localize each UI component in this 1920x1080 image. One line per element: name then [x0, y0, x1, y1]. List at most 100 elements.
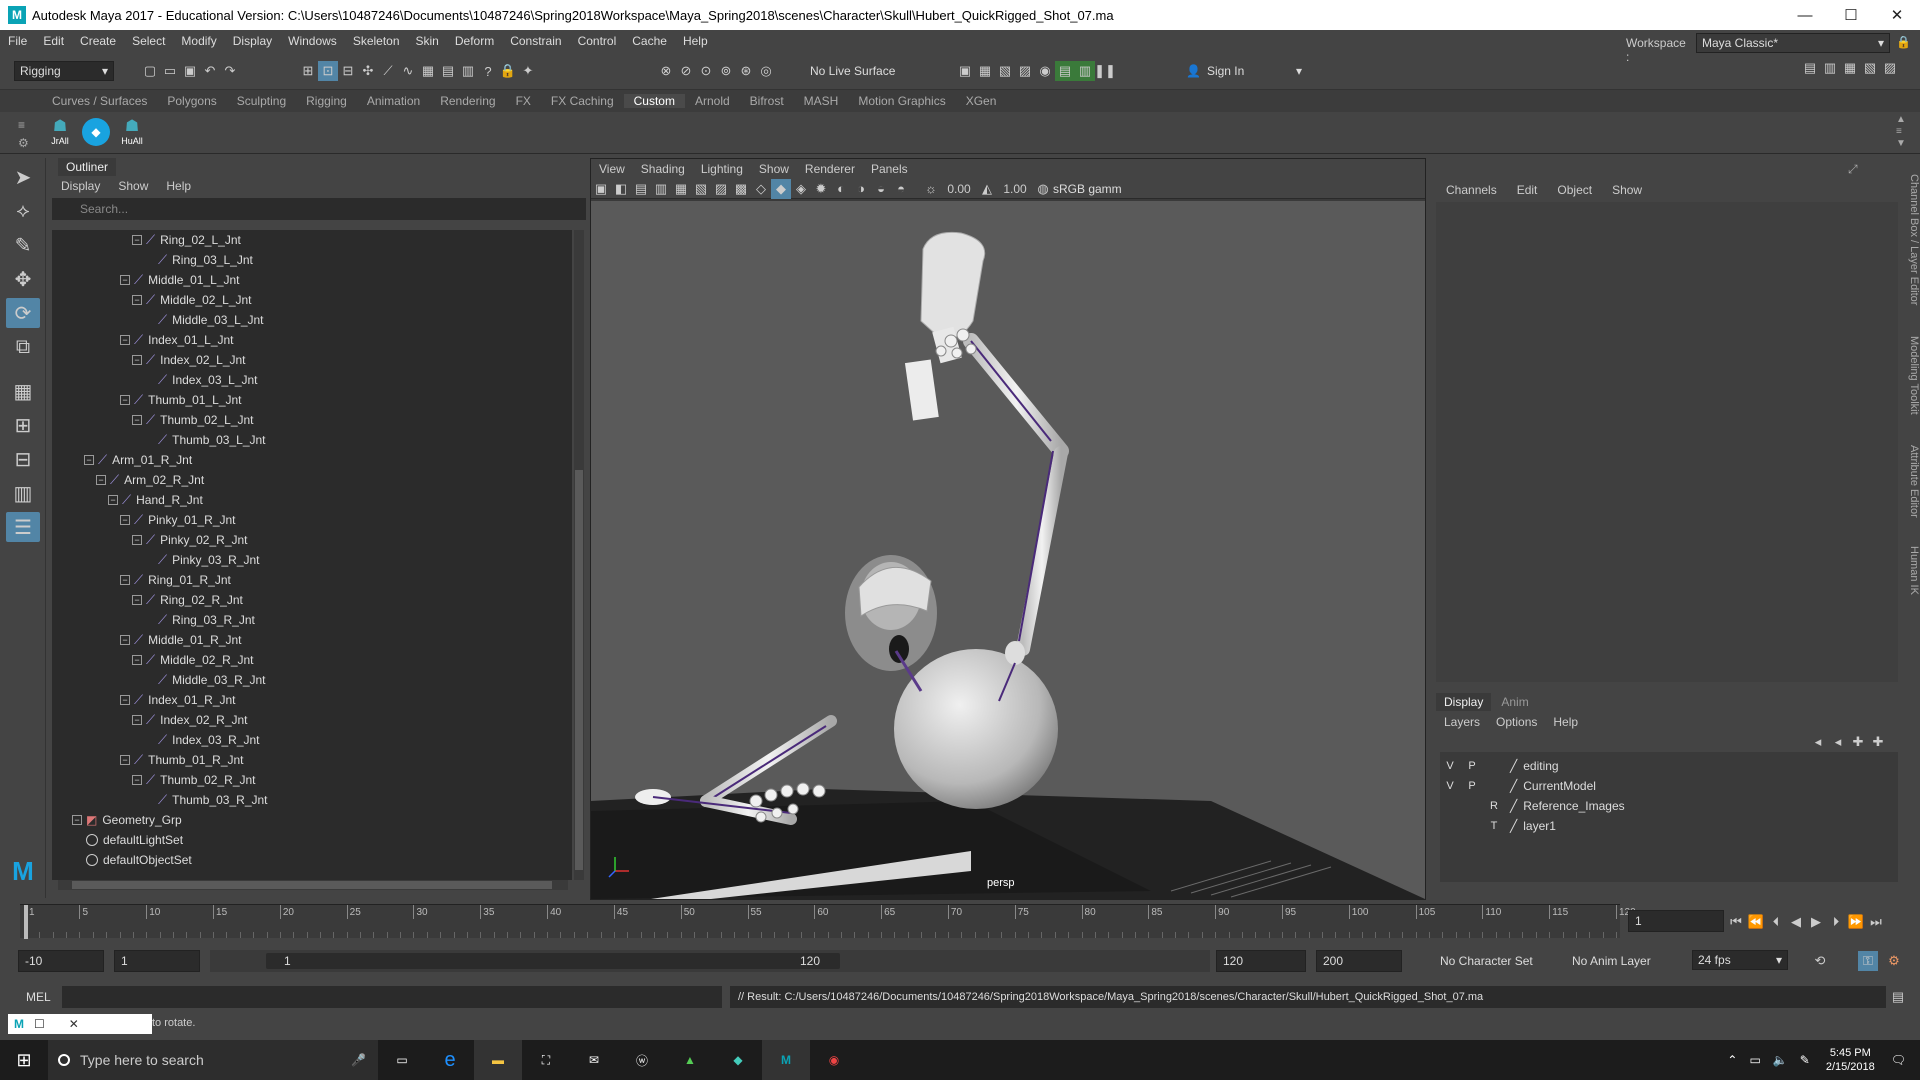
outliner-row[interactable]: − ⟋ Arm_02_R_Jnt: [52, 470, 572, 490]
exposure-icon[interactable]: ☼: [921, 179, 941, 199]
outliner-row[interactable]: − ⟋ Index_01_R_Jnt: [52, 690, 572, 710]
menu-select[interactable]: Select: [124, 34, 173, 48]
modeling-toolkit-toggle-icon[interactable]: ▤: [1800, 58, 1820, 78]
ambient-occlusion-icon[interactable]: ◑: [851, 179, 871, 199]
layer-color-icon[interactable]: ╱: [1510, 819, 1517, 833]
snap-grid-icon[interactable]: ⊗: [656, 61, 676, 81]
expand-icon[interactable]: −: [120, 635, 130, 645]
select-tool-icon[interactable]: ➤: [6, 162, 40, 192]
tray-chevron-icon[interactable]: ⌃: [1727, 1053, 1737, 1067]
outliner-row[interactable]: ⟋ Ring_03_R_Jnt: [52, 610, 572, 630]
taskbar-search[interactable]: Type here to search 🎤: [48, 1040, 378, 1080]
outliner-row[interactable]: − ⟋ Thumb_01_L_Jnt: [52, 390, 572, 410]
snap-live-icon[interactable]: ◎: [756, 61, 776, 81]
bookmark-icon[interactable]: ▤: [631, 179, 651, 199]
animation-start-field[interactable]: -10: [18, 950, 104, 972]
pause-icon[interactable]: ❚❚: [1094, 61, 1116, 81]
outliner-row[interactable]: ⟋ Thumb_03_L_Jnt: [52, 430, 572, 450]
expand-icon[interactable]: −: [72, 815, 82, 825]
play-forwards-icon[interactable]: ▶: [1806, 912, 1826, 932]
lasso-tool-icon[interactable]: ⟡: [6, 196, 40, 226]
playback-toggle[interactable]: P: [1462, 777, 1482, 795]
expand-icon[interactable]: −: [120, 695, 130, 705]
channel-menu-channels[interactable]: Channels: [1436, 183, 1507, 197]
workspace-dropdown[interactable]: Maya Classic* ▾: [1696, 33, 1890, 53]
highlight-icon[interactable]: ✦: [518, 61, 538, 81]
outliner-row[interactable]: − ⟋ Middle_01_R_Jnt: [52, 630, 572, 650]
current-frame-field[interactable]: 1: [1628, 910, 1724, 932]
outliner-toggle-icon[interactable]: ▨: [1880, 58, 1900, 78]
step-forward-frame-icon[interactable]: ⏵: [1826, 912, 1846, 932]
expand-icon[interactable]: −: [132, 295, 142, 305]
menu-deform[interactable]: Deform: [447, 34, 502, 48]
open-scene-icon[interactable]: ▭: [160, 61, 180, 81]
mask-dynamics-icon[interactable]: ▥: [458, 61, 478, 81]
expand-icon[interactable]: −: [132, 235, 142, 245]
visibility-toggle[interactable]: V: [1440, 757, 1460, 775]
mail-icon[interactable]: ✉: [570, 1053, 618, 1067]
outliner-scrollbar[interactable]: [574, 230, 584, 880]
outliner-search-input[interactable]: Search...: [52, 198, 586, 220]
playback-toggle[interactable]: P: [1462, 757, 1482, 775]
expand-icon[interactable]: −: [120, 395, 130, 405]
chrome-icon[interactable]: ◉: [810, 1053, 858, 1067]
wireframe-icon[interactable]: ◇: [751, 179, 771, 199]
outliner-row[interactable]: − ⟋ Ring_01_R_Jnt: [52, 570, 572, 590]
app-teal-icon[interactable]: ◆: [714, 1053, 762, 1067]
gamma-value[interactable]: 1.00: [997, 182, 1033, 196]
expand-icon[interactable]: −: [132, 535, 142, 545]
outliner-row[interactable]: − ⟋ Thumb_02_R_Jnt: [52, 770, 572, 790]
gear-icon[interactable]: ⚙: [18, 136, 29, 150]
outliner-layout-icon[interactable]: ☰: [6, 512, 40, 542]
outliner-row[interactable]: ⟋ Index_03_R_Jnt: [52, 730, 572, 750]
shelf-button-cube[interactable]: ◆: [82, 118, 110, 146]
outliner-row[interactable]: defaultLightSet: [52, 830, 572, 850]
display-type-toggle[interactable]: R: [1484, 797, 1504, 815]
move-layer-up-icon[interactable]: ◂: [1808, 732, 1828, 752]
step-back-key-icon[interactable]: ⏪: [1746, 912, 1766, 932]
layer-color-icon[interactable]: ╱: [1510, 779, 1517, 793]
outliner-menu-help[interactable]: Help: [157, 179, 200, 193]
outliner-row[interactable]: − ⟋ Arm_01_R_Jnt: [52, 450, 572, 470]
outliner-row[interactable]: defaultObjectSet: [52, 850, 572, 870]
render-settings-icon[interactable]: ▨: [1015, 61, 1035, 81]
mask-deform-icon[interactable]: ▤: [438, 61, 458, 81]
viewport-menu-renderer[interactable]: Renderer: [797, 162, 863, 176]
snap-surface-icon[interactable]: ⊛: [736, 61, 756, 81]
anim-layer-dropdown[interactable]: No Anim Layer: [1572, 954, 1651, 968]
menu-modify[interactable]: Modify: [173, 34, 224, 48]
expand-icon[interactable]: −: [132, 415, 142, 425]
select-hierarchy-icon[interactable]: ⊞: [298, 61, 318, 81]
grid-icon[interactable]: ▦: [671, 179, 691, 199]
mask-joint-icon[interactable]: ⟋: [378, 61, 398, 81]
close-button[interactable]: ✕: [1874, 0, 1920, 30]
menu-skin[interactable]: Skin: [408, 34, 447, 48]
shadows-icon[interactable]: ◐: [831, 179, 851, 199]
snap-point-icon[interactable]: ⊙: [696, 61, 716, 81]
layer-menu-options[interactable]: Options: [1488, 715, 1545, 729]
mel-label[interactable]: MEL: [26, 990, 51, 1004]
viewport-menu-view[interactable]: View: [591, 162, 633, 176]
display-type-toggle[interactable]: T: [1484, 817, 1504, 835]
save-scene-icon[interactable]: ▣: [180, 61, 200, 81]
expand-icon[interactable]: −: [120, 575, 130, 585]
outliner-tab[interactable]: Outliner: [58, 158, 117, 176]
playback-toggle[interactable]: [1462, 817, 1482, 835]
new-layer-from-selection-icon[interactable]: ✚: [1868, 732, 1888, 752]
outliner-row[interactable]: ⟋ Thumb_03_R_Jnt: [52, 790, 572, 810]
shelf-tab-custom[interactable]: Custom: [623, 94, 685, 108]
expand-icon[interactable]: −: [132, 775, 142, 785]
shelf-scroll[interactable]: ▲ ≡ ▼: [1896, 114, 1906, 150]
attribute-editor-toggle-icon[interactable]: ▥: [1820, 58, 1840, 78]
lock-icon[interactable]: 🔒: [498, 61, 518, 81]
menu-edit[interactable]: Edit: [35, 34, 72, 48]
layer-row[interactable]: T ╱ layer1: [1440, 816, 1898, 836]
volume-icon[interactable]: 🔈: [1773, 1053, 1788, 1067]
app-green-icon[interactable]: ▲: [666, 1053, 714, 1067]
sign-in-button[interactable]: 👤 Sign In ▾: [1186, 61, 1302, 81]
expand-icon[interactable]: −: [120, 275, 130, 285]
menu-windows[interactable]: Windows: [280, 34, 345, 48]
store-icon[interactable]: ⛶: [522, 1053, 570, 1068]
outliner-row[interactable]: − ⟋ Thumb_01_R_Jnt: [52, 750, 572, 770]
auto-key-icon[interactable]: ⚿: [1858, 951, 1878, 971]
